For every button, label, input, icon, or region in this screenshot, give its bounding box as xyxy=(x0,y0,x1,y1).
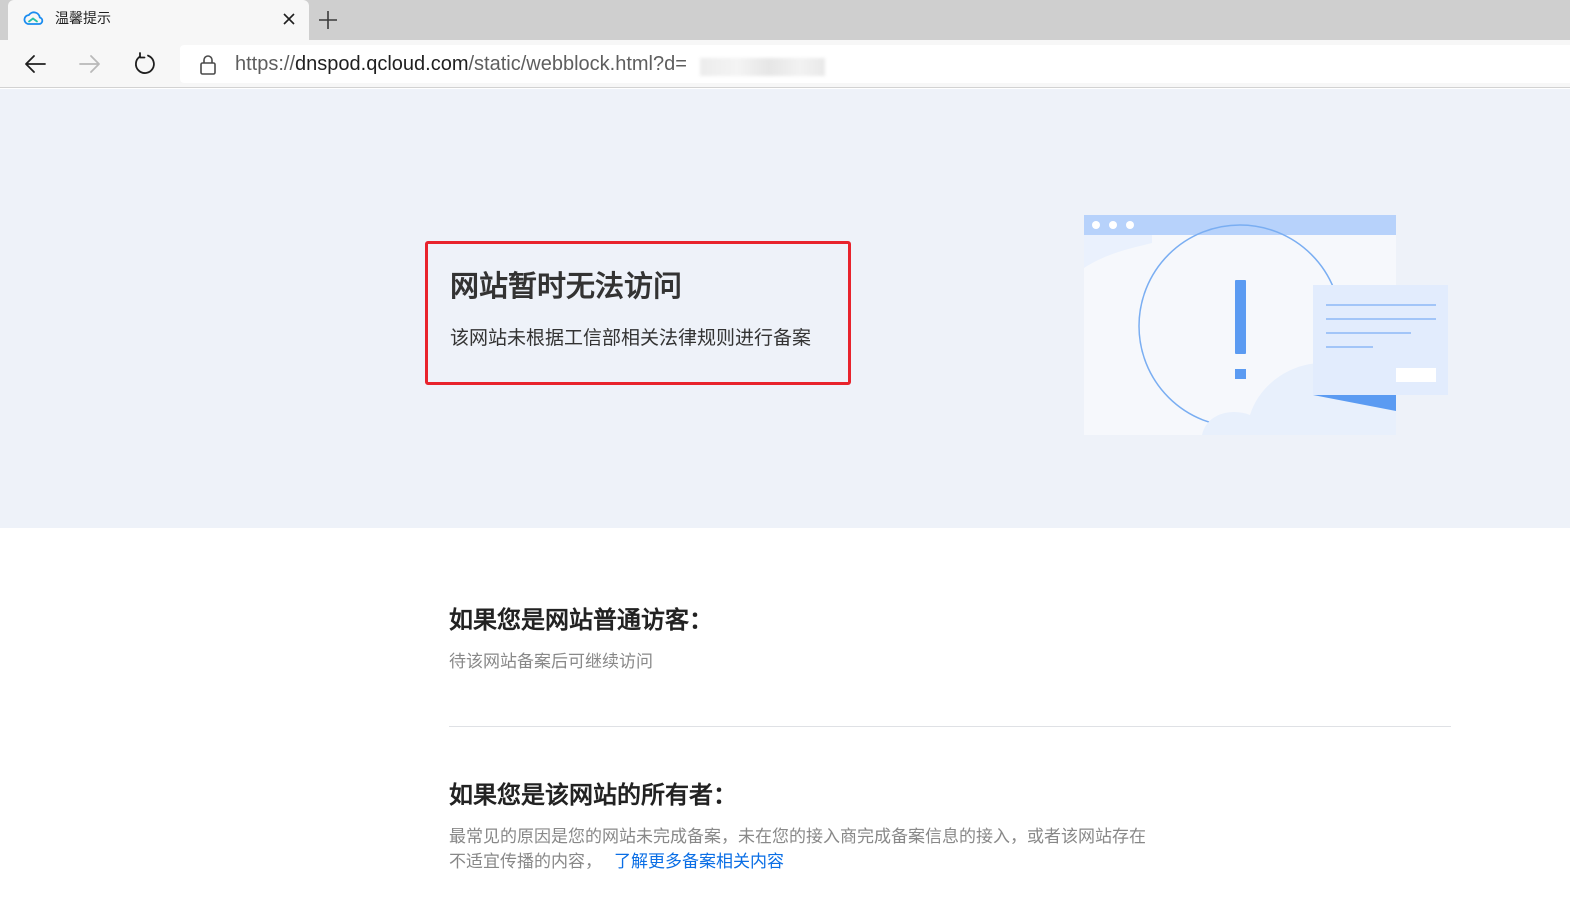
url-host: dnspod.qcloud.com xyxy=(295,53,469,75)
warning-illustration xyxy=(1084,215,1448,435)
tab-title: 温馨提示 xyxy=(55,11,111,27)
browser-tab[interactable]: 温馨提示 xyxy=(8,0,309,40)
reload-icon[interactable] xyxy=(131,50,159,78)
visitor-section-title: 如果您是网站普通访客： xyxy=(449,606,713,634)
owner-section-text-line-2: 不适宜传播的内容， 了解更多备案相关内容 xyxy=(449,850,784,875)
page-title: 网站暂时无法访问 xyxy=(450,269,683,303)
owner-section-text-line-2-prefix: 不适宜传播的内容， xyxy=(449,852,602,872)
url-path: /static/webblock.html?d= xyxy=(468,53,687,75)
address-bar[interactable]: https://dnspod.qcloud.com/static/webbloc… xyxy=(180,45,1570,83)
url-scheme: https:// xyxy=(235,53,296,75)
url-text[interactable]: https://dnspod.qcloud.com/static/webbloc… xyxy=(235,53,687,75)
owner-section-text-line-1: 最常见的原因是您的网站未完成备案，未在您的接入商完成备案信息的接入，或者该网站存… xyxy=(449,827,1146,847)
highlighted-message-box: 网站暂时无法访问 该网站未根据工信部相关法律规则进行备案 xyxy=(425,241,851,385)
learn-more-filing-link[interactable]: 了解更多备案相关内容 xyxy=(614,852,784,872)
owner-section-title: 如果您是该网站的所有者： xyxy=(449,781,737,809)
visitor-section-text: 待该网站备案后可继续访问 xyxy=(449,652,653,672)
forward-arrow-icon[interactable] xyxy=(76,50,104,78)
browser-toolbar: https://dnspod.qcloud.com/static/webbloc… xyxy=(0,40,1570,88)
lock-icon[interactable] xyxy=(198,54,218,76)
hero-banner: 网站暂时无法访问 该网站未根据工信部相关法律规则进行备案 xyxy=(0,89,1570,528)
close-tab-icon[interactable] xyxy=(279,9,299,29)
section-divider xyxy=(449,726,1451,727)
new-tab-plus-icon[interactable] xyxy=(316,8,340,32)
tab-strip: 温馨提示 xyxy=(0,0,1570,40)
url-redacted-query xyxy=(700,58,825,76)
back-arrow-icon[interactable] xyxy=(21,50,49,78)
page-description: 该网站未根据工信部相关法律规则进行备案 xyxy=(450,327,812,349)
cloud-icon xyxy=(23,11,44,25)
